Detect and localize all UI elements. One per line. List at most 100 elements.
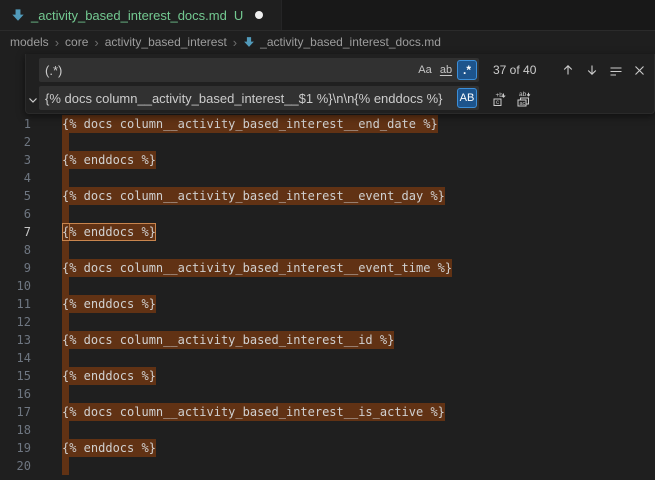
code-line-text: [62, 421, 69, 439]
code-line-text: {% docs column__activity_based_interest_…: [62, 331, 394, 349]
code-line[interactable]: 17 {% docs column__activity_based_interes…: [0, 403, 655, 421]
preserve-case-button[interactable]: AB: [457, 88, 477, 108]
empty-line-match: [62, 313, 69, 331]
code-line[interactable]: 20: [0, 457, 655, 475]
code-line[interactable]: 19{% enddocs %}: [0, 439, 655, 457]
markdown-file-icon: [243, 36, 255, 48]
whole-word-button[interactable]: ab: [436, 60, 456, 80]
code-line[interactable]: 9 {% docs column__activity_based_interest…: [0, 259, 655, 277]
current-find-match: {% enddocs %}: [62, 223, 156, 241]
breadcrumb-file-label: _activity_based_interest_docs.md: [260, 35, 441, 49]
editor[interactable]: 1{% docs column__activity_based_interest…: [0, 53, 655, 470]
regex-button[interactable]: .*: [457, 60, 477, 80]
code-line[interactable]: 15{% enddocs %}: [0, 367, 655, 385]
empty-line-match: [62, 457, 69, 475]
breadcrumb-item-models[interactable]: models: [10, 35, 49, 49]
line-number: 10: [0, 277, 31, 295]
code-line-text: {% docs column__activity_based_interest_…: [62, 259, 452, 277]
breadcrumb-item-activity-based-interest[interactable]: activity_based_interest: [105, 35, 227, 49]
code-line-text: [62, 277, 69, 295]
empty-line-match: [62, 277, 69, 295]
toggle-replace-button[interactable]: [26, 54, 39, 113]
line-number: 9: [0, 259, 31, 277]
close-find-button[interactable]: [629, 60, 650, 81]
empty-line-match: [62, 385, 69, 403]
line-number: 20: [0, 457, 31, 475]
code-line[interactable]: 11 {% enddocs %}: [0, 295, 655, 313]
empty-line-match: [62, 169, 69, 187]
code-line-text: [62, 169, 69, 187]
find-match: {% enddocs %}: [62, 151, 156, 169]
find-match: {% enddocs %}: [62, 295, 156, 313]
editor-lines: 1{% docs column__activity_based_interest…: [0, 115, 655, 475]
next-match-button[interactable]: [581, 60, 602, 81]
code-line-text: {% enddocs %}: [62, 295, 156, 313]
code-line[interactable]: 8: [0, 241, 655, 259]
breadcrumb-item-core[interactable]: core: [65, 35, 88, 49]
empty-line-match: [62, 421, 69, 439]
find-input[interactable]: (.*) Aa ab .*: [39, 58, 479, 82]
code-line[interactable]: 12: [0, 313, 655, 331]
code-line[interactable]: 4: [0, 169, 655, 187]
code-line-text: [62, 205, 69, 223]
line-number: 18: [0, 421, 31, 439]
code-line[interactable]: 14: [0, 349, 655, 367]
line-number: 4: [0, 169, 31, 187]
code-line[interactable]: 16: [0, 385, 655, 403]
modified-indicator[interactable]: [249, 5, 269, 25]
code-line-text: {% docs column__activity_based_interest_…: [62, 115, 438, 133]
line-number: 17: [0, 403, 31, 421]
code-line-text: [62, 313, 69, 331]
code-line[interactable]: 6: [0, 205, 655, 223]
code-line[interactable]: 1{% docs column__activity_based_interest…: [0, 115, 655, 133]
tab-bar: _activity_based_interest_docs.md U: [0, 0, 655, 31]
find-results-count: 37 of 40: [493, 63, 549, 77]
breadcrumb-item-file[interactable]: _activity_based_interest_docs.md: [243, 35, 441, 49]
tab-title: _activity_based_interest_docs.md: [31, 8, 227, 23]
code-line[interactable]: 5 {% docs column__activity_based_interest…: [0, 187, 655, 205]
replace-all-button[interactable]: ab ac: [513, 88, 534, 109]
find-match: {% docs column__activity_based_interest_…: [62, 259, 452, 277]
code-line-text: {% docs column__activity_based_interest_…: [62, 403, 445, 421]
modified-dot-icon: [255, 11, 263, 19]
tab-active-file[interactable]: _activity_based_interest_docs.md U: [0, 0, 282, 30]
line-number: 5: [0, 187, 31, 205]
code-line-text: {% enddocs %}: [62, 151, 156, 169]
line-number: 6: [0, 205, 31, 223]
replace-all-icon: ab ac: [515, 90, 532, 107]
line-number: 8: [0, 241, 31, 259]
code-line[interactable]: 10: [0, 277, 655, 295]
code-line[interactable]: 7{% enddocs %}: [0, 223, 655, 241]
find-match: {% docs column__activity_based_interest_…: [62, 115, 438, 133]
find-widget: (.*) Aa ab .* 37 of 40: [25, 54, 655, 114]
code-line[interactable]: 18: [0, 421, 655, 439]
svg-text:c: c: [496, 100, 499, 106]
git-status-badge: U: [234, 8, 243, 23]
breadcrumb-separator-icon: ›: [92, 35, 100, 50]
code-line-text: {% enddocs %}: [62, 439, 156, 457]
find-match: {% docs column__activity_based_interest_…: [62, 187, 445, 205]
replace-row: {% docs column__activity_based_interest_…: [39, 86, 650, 110]
find-input-value: (.*): [45, 63, 414, 78]
breadcrumb-separator-icon: ›: [231, 35, 239, 50]
code-line[interactable]: 2: [0, 133, 655, 151]
chevron-down-icon: [27, 94, 39, 106]
line-number: 11: [0, 295, 31, 313]
code-line[interactable]: 13{% docs column__activity_based_interes…: [0, 331, 655, 349]
match-case-button[interactable]: Aa: [415, 60, 435, 80]
find-in-selection-button[interactable]: [605, 60, 626, 81]
line-number: 14: [0, 349, 31, 367]
close-icon: [633, 64, 646, 77]
code-line[interactable]: 3 {% enddocs %}: [0, 151, 655, 169]
line-number: 2: [0, 133, 31, 151]
find-match: {% docs column__activity_based_interest_…: [62, 331, 394, 349]
code-line-text: {% enddocs %}: [62, 223, 156, 241]
empty-line-match: [62, 349, 69, 367]
replace-button[interactable]: +b c: [489, 88, 510, 109]
empty-line-match: [62, 133, 69, 151]
line-number: 15: [0, 367, 31, 385]
replace-input[interactable]: {% docs column__activity_based_interest_…: [39, 86, 479, 110]
find-match: {% enddocs %}: [62, 439, 156, 457]
previous-match-button[interactable]: [557, 60, 578, 81]
line-number: 3: [0, 151, 31, 169]
